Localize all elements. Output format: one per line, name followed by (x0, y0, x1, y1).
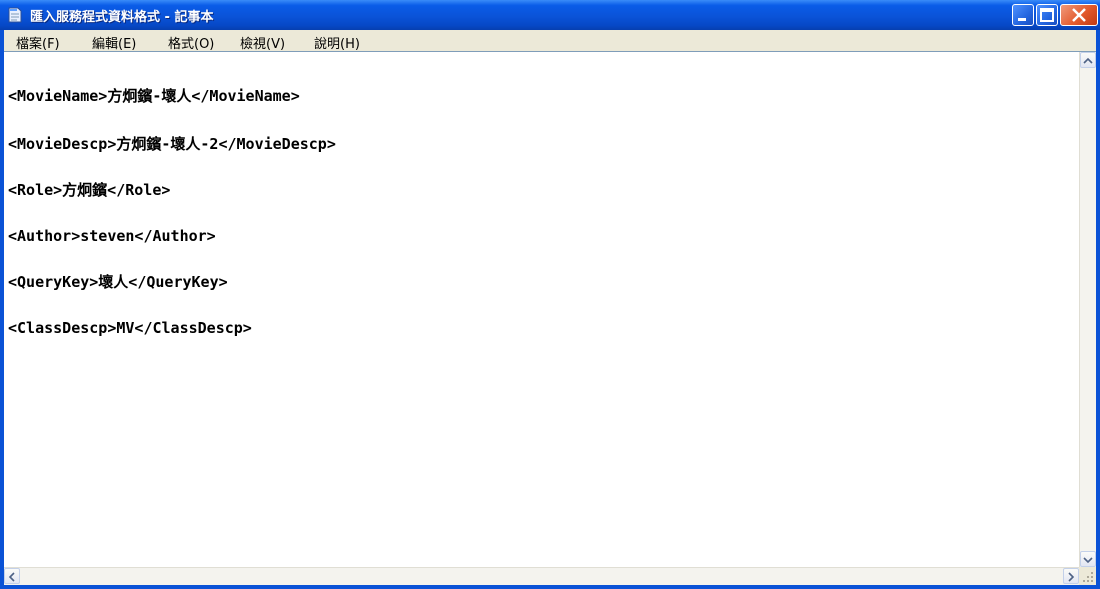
text-line[interactable]: <MovieDescp>方炯鑌-壞人-2</MovieDescp> (8, 133, 336, 155)
text-line[interactable]: <MovieName>方炯鑌-壞人</MovieName> (8, 85, 300, 107)
menu-bar: 檔案(F) 編輯(E) 格式(O) 檢視(V) 說明(H) (4, 30, 1096, 52)
text-line[interactable]: <Author>steven</Author> (8, 225, 216, 247)
window-title: 匯入服務程式資料格式 - 記事本 (30, 10, 214, 25)
menu-view[interactable]: 檢視(V) (240, 33, 285, 52)
scroll-right-button[interactable] (1063, 568, 1079, 584)
notepad-icon[interactable] (8, 7, 22, 23)
minimize-button[interactable] (1012, 4, 1034, 26)
menu-edit[interactable]: 編輯(E) (92, 33, 136, 52)
scroll-up-button[interactable] (1080, 52, 1096, 68)
minimize-icon (1018, 18, 1026, 21)
text-line[interactable]: <QueryKey>壞人</QueryKey> (8, 271, 228, 293)
close-button[interactable] (1060, 4, 1098, 26)
close-icon (1072, 8, 1086, 22)
title-bar[interactable]: 匯入服務程式資料格式 - 記事本 (0, 0, 1100, 30)
maximize-button[interactable] (1036, 4, 1058, 26)
chevron-right-icon (1068, 572, 1075, 582)
resize-grip[interactable] (1079, 567, 1096, 585)
editor-area[interactable]: <MovieName>方炯鑌-壞人</MovieName> <MovieDesc… (4, 51, 1096, 585)
scroll-down-button[interactable] (1080, 551, 1096, 567)
chevron-left-icon (8, 572, 15, 582)
scroll-left-button[interactable] (4, 568, 20, 584)
menu-format[interactable]: 格式(O) (168, 33, 214, 52)
notepad-window: 匯入服務程式資料格式 - 記事本 檔案(F) 編輯(E) 格式(O) 檢視(V)… (0, 0, 1100, 589)
maximize-icon (1040, 8, 1054, 22)
text-content[interactable]: <MovieName>方炯鑌-壞人</MovieName> <MovieDesc… (8, 53, 1080, 568)
chevron-up-icon (1083, 57, 1093, 64)
resize-grip-icon (1083, 572, 1093, 582)
text-line[interactable]: <ClassDescp>MV</ClassDescp> (8, 317, 252, 339)
text-line[interactable]: <Role>方炯鑌</Role> (8, 179, 170, 201)
menu-help[interactable]: 說明(H) (314, 33, 360, 52)
chevron-down-icon (1083, 557, 1093, 564)
menu-file[interactable]: 檔案(F) (16, 33, 60, 52)
vertical-scrollbar[interactable] (1079, 52, 1096, 567)
horizontal-scrollbar[interactable] (4, 567, 1079, 585)
